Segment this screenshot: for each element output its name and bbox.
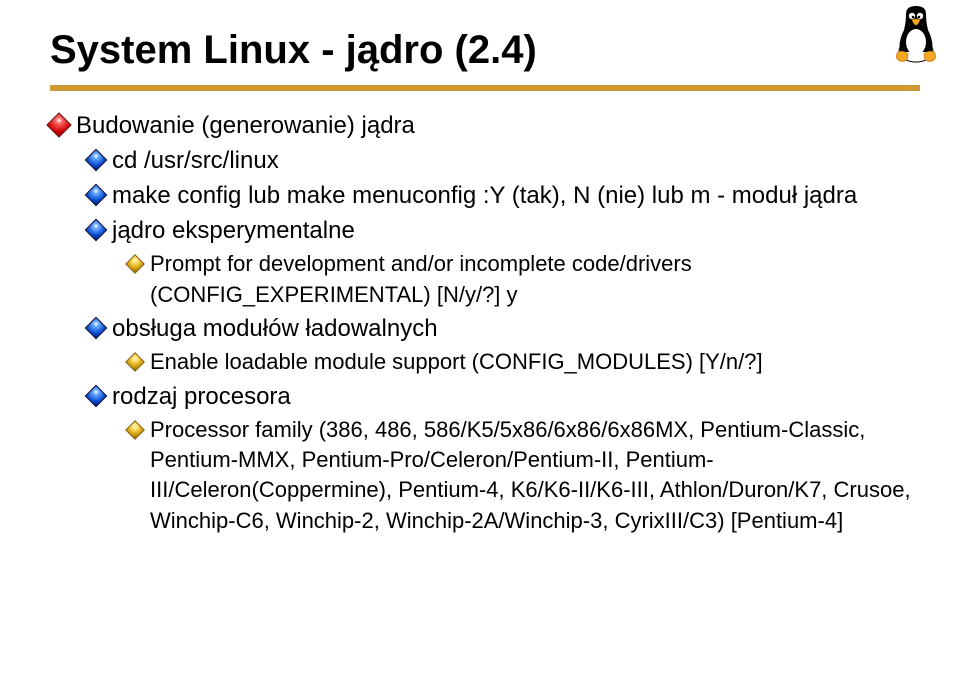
list-item: Processor family (386, 486, 586/K5/5x86/… <box>50 415 920 536</box>
page-title: System Linux - jądro (2.4) <box>50 28 920 73</box>
list-item-label: Prompt for development and/or incomplete… <box>150 251 692 306</box>
list-item: Enable loadable module support (CONFIG_M… <box>50 347 920 377</box>
list-item-label: jądro eksperymentalne <box>112 217 355 244</box>
list-item-label: make config lub make menuconfig :Y (tak)… <box>112 182 857 209</box>
list-item: make config lub make menuconfig :Y (tak)… <box>50 179 920 212</box>
bullet-blue-diamond-icon <box>85 384 108 407</box>
bullet-red-diamond-icon <box>46 112 71 137</box>
bullet-gold-diamond-icon <box>125 420 145 440</box>
list-item-label: Processor family (386, 486, 586/K5/5x86/… <box>150 417 911 533</box>
title-underline <box>50 85 920 91</box>
slide: System Linux - jądro (2.4) Budowanie (ge… <box>0 0 960 698</box>
bullet-gold-diamond-icon <box>125 352 145 372</box>
list-item: obsługa modułów ładowalnych <box>50 312 920 345</box>
bullet-blue-diamond-icon <box>85 149 108 172</box>
list-item-label: Budowanie (generowanie) jądra <box>76 112 415 139</box>
list-item-label: obsługa modułów ładowalnych <box>112 315 438 342</box>
bullet-blue-diamond-icon <box>85 184 108 207</box>
list-item: cd /usr/src/linux <box>50 144 920 177</box>
list-item-label: rodzaj procesora <box>112 383 291 410</box>
bullet-blue-diamond-icon <box>85 317 108 340</box>
list-item-label: cd /usr/src/linux <box>112 147 279 174</box>
list-item: Budowanie (generowanie) jądra <box>50 109 920 142</box>
list-item: rodzaj procesora <box>50 380 920 413</box>
bullet-blue-diamond-icon <box>85 219 108 242</box>
list-item: Prompt for development and/or incomplete… <box>50 249 920 310</box>
bullet-gold-diamond-icon <box>125 255 145 275</box>
list-item: jądro eksperymentalne <box>50 214 920 247</box>
tux-icon <box>888 4 944 64</box>
list-item-label: Enable loadable module support (CONFIG_M… <box>150 349 763 374</box>
content: Budowanie (generowanie) jądra cd /usr/sr… <box>50 109 920 536</box>
